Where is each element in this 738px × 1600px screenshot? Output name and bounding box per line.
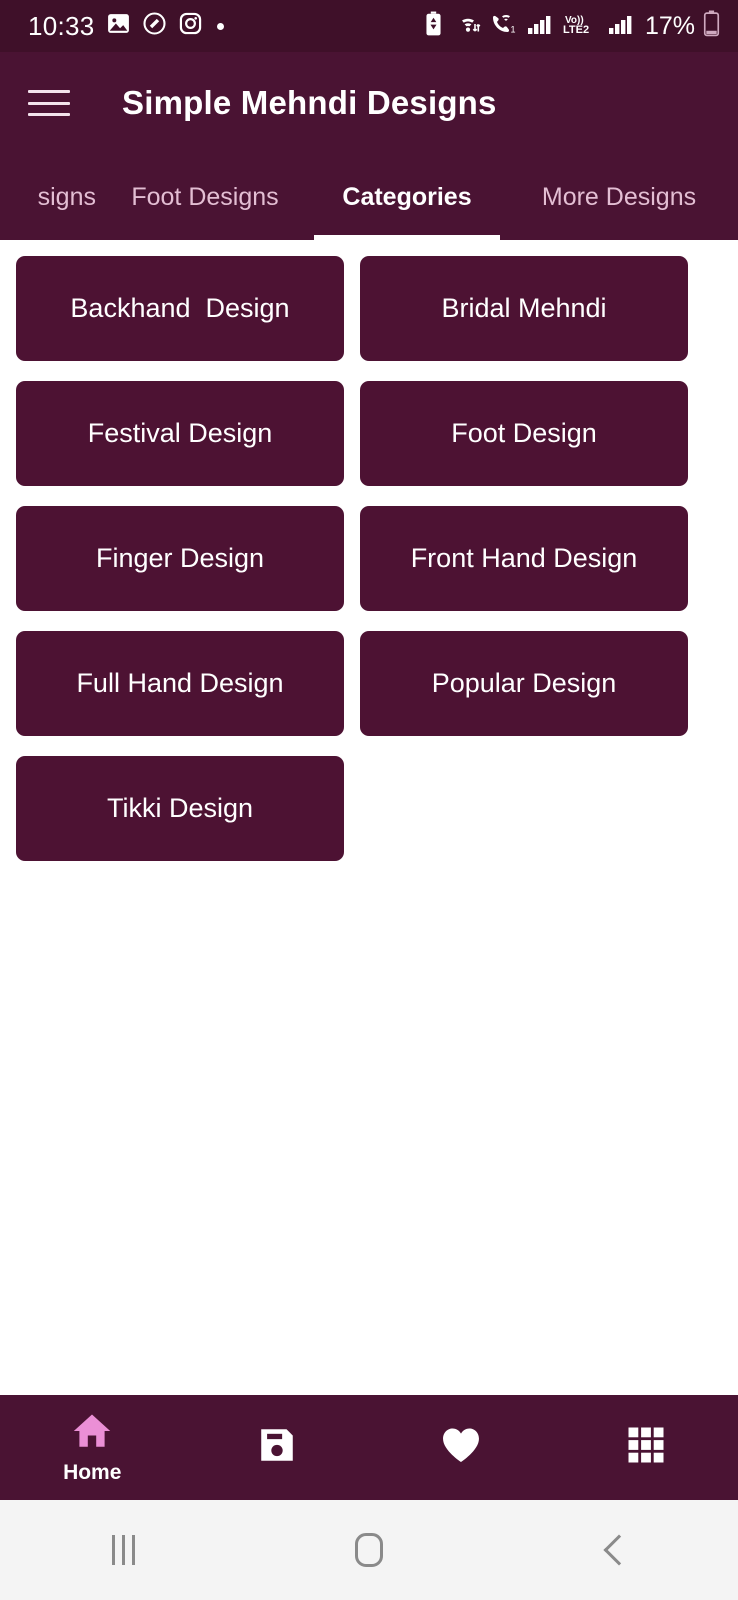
tab-more-designs[interactable]: More Designs [500,154,738,240]
battery-saver-icon [424,11,443,42]
status-clock: 10:33 [28,11,95,41]
android-back-button[interactable] [492,1534,738,1566]
home-icon [69,1410,115,1457]
bottom-nav-item-apps[interactable] [554,1395,738,1500]
bottom-nav-item-favorites[interactable] [369,1395,554,1500]
app-bar: Simple Mehndi Designs [0,52,738,154]
vowifi-call-icon: 1 [489,11,519,42]
shutterstock-icon [142,11,167,41]
save-floppy-icon [255,1423,299,1472]
hamburger-menu-icon[interactable] [28,86,72,120]
signal-bars-icon [527,11,554,42]
status-bar-left: 10:33 [28,11,424,41]
category-button-festival-design[interactable]: Festival Design [16,381,344,486]
instagram-icon [178,11,203,41]
bottom-nav-item-save[interactable] [185,1395,370,1500]
tab-foot-designs[interactable]: Foot Designs [96,154,314,240]
categories-content: Backhand Design Bridal Mehndi Festival D… [0,240,738,1395]
bottom-navigation-bar: Home [0,1395,738,1500]
status-bar: 10:33 1 Vo)) LTE2 17% [0,0,738,52]
android-recents-button[interactable] [0,1535,246,1565]
app-screen: 10:33 1 Vo)) LTE2 17% Simple Mehndi Desi… [0,0,738,1600]
grid-apps-icon [625,1424,667,1471]
back-icon [603,1534,635,1566]
volte-icon: Vo)) LTE2 [562,11,600,42]
battery-percent-label: 17% [644,11,695,40]
android-navigation-bar [0,1500,738,1600]
tab-hand-designs[interactable]: signs [0,154,96,240]
category-button-finger-design[interactable]: Finger Design [16,506,344,611]
page-title: Simple Mehndi Designs [122,84,497,121]
svg-text:1: 1 [510,24,515,34]
category-button-bridal-mehndi[interactable]: Bridal Mehndi [360,256,688,361]
signal-bars-2-icon [608,11,635,42]
bottom-nav-item-home[interactable]: Home [0,1395,185,1500]
status-bar-right: 1 Vo)) LTE2 17% [424,10,720,42]
battery-icon [703,10,720,42]
tab-bar[interactable]: signs Foot Designs Categories More Desig… [0,154,738,240]
heart-icon [438,1423,484,1472]
image-gallery-icon [106,11,131,41]
recents-icon [111,1535,135,1565]
category-button-front-hand-design[interactable]: Front Hand Design [360,506,688,611]
home-icon [355,1533,383,1567]
svg-text:LTE2: LTE2 [563,24,589,36]
tab-categories[interactable]: Categories [314,154,500,240]
category-button-foot-design[interactable]: Foot Design [360,381,688,486]
category-button-backhand-design[interactable]: Backhand Design [16,256,344,361]
category-button-full-hand-design[interactable]: Full Hand Design [16,631,344,736]
android-home-button[interactable] [246,1533,492,1567]
categories-grid: Backhand Design Bridal Mehndi Festival D… [16,256,722,861]
category-button-popular-design[interactable]: Popular Design [360,631,688,736]
notification-dot-icon [216,22,224,30]
bottom-nav-label-home: Home [63,1461,122,1484]
category-button-tikki-design[interactable]: Tikki Design [16,756,344,861]
wifi-icon [451,11,481,42]
